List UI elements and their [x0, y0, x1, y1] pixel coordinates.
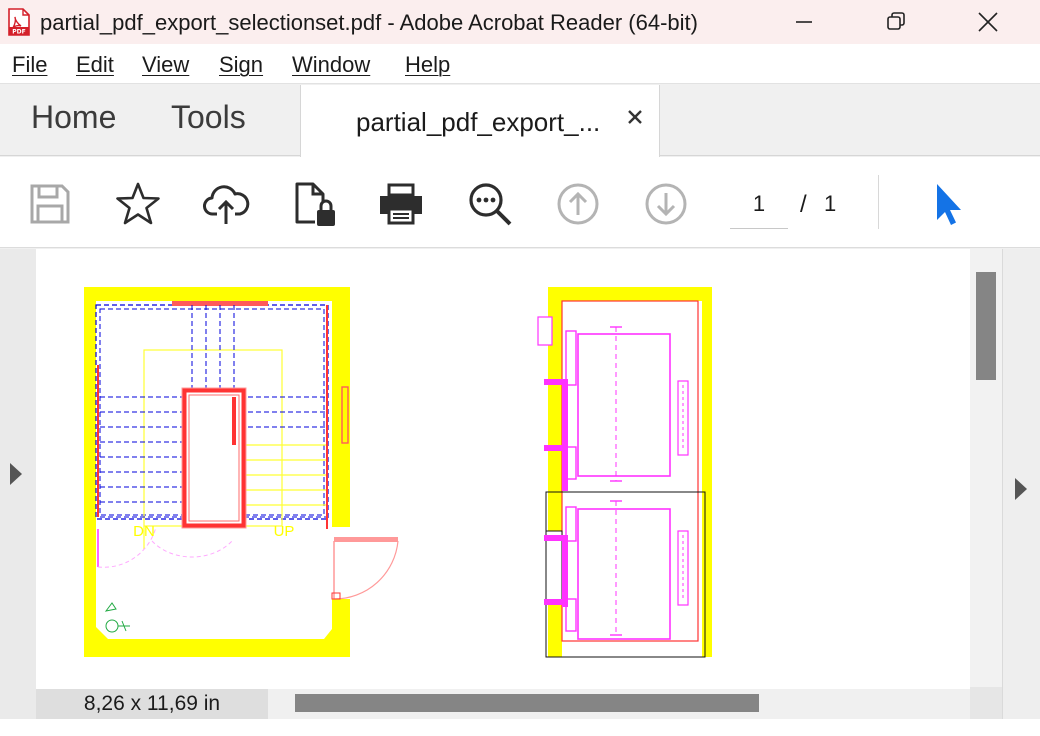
pdf-file-icon: PDF	[6, 8, 32, 36]
elevator-shaft	[537, 287, 712, 658]
page-size-label: 8,26 x 11,69 in	[36, 689, 268, 719]
horizontal-scroll-thumb[interactable]	[295, 694, 759, 712]
file-lock-icon	[295, 182, 335, 226]
arrow-up-circle-icon	[557, 183, 599, 225]
title-bar: PDF partial_pdf_export_selectionset.pdf …	[0, 0, 1040, 44]
toolbar-divider	[878, 175, 879, 229]
star-icon	[116, 182, 160, 225]
expand-right-panel-icon[interactable]	[1015, 478, 1027, 500]
stair-up-label: UP	[274, 523, 295, 540]
restore-icon	[887, 12, 905, 30]
printer-icon	[380, 183, 422, 225]
vertical-scroll-thumb[interactable]	[976, 272, 996, 380]
close-icon	[628, 110, 642, 124]
tab-document[interactable]: partial_pdf_export_...	[300, 85, 660, 157]
menu-help[interactable]: Help	[405, 52, 450, 78]
minimize-button[interactable]	[774, 0, 834, 44]
save-icon	[30, 184, 70, 224]
page-separator: /	[800, 191, 807, 218]
minimize-icon	[796, 21, 812, 23]
floor-plan-drawing: DN UP	[84, 287, 712, 658]
bottom-edge	[0, 719, 1040, 736]
close-tab-button[interactable]	[623, 105, 647, 129]
menu-edit[interactable]: Edit	[76, 52, 114, 78]
menu-bar: File Edit View Sign Window Help	[0, 44, 1040, 84]
svg-text:PDF: PDF	[12, 29, 25, 36]
window-title: partial_pdf_export_selectionset.pdf - Ad…	[40, 10, 698, 35]
upload-button[interactable]	[201, 179, 251, 229]
print-button[interactable]	[376, 179, 426, 229]
next-page-button[interactable]	[641, 179, 691, 229]
menu-sign[interactable]: Sign	[219, 52, 263, 78]
arrow-down-circle-icon	[645, 183, 687, 225]
zoom-search-icon	[469, 183, 512, 226]
tab-tools[interactable]: Tools	[171, 99, 246, 136]
find-button[interactable]	[465, 179, 515, 229]
tab-bar: Home Tools partial_pdf_export_...	[0, 85, 1040, 157]
bookmark-button[interactable]	[113, 179, 163, 229]
restore-button[interactable]	[866, 0, 926, 44]
expand-left-panel-icon[interactable]	[10, 463, 22, 485]
close-icon	[978, 12, 998, 32]
pointer-cursor-icon	[937, 184, 961, 225]
tab-document-label: partial_pdf_export_...	[356, 107, 601, 137]
pdf-page: DN UP	[36, 249, 970, 689]
close-window-button[interactable]	[958, 0, 1018, 44]
save-button[interactable]	[25, 179, 75, 229]
protect-file-button[interactable]	[289, 179, 339, 229]
selection-tool-button[interactable]	[920, 179, 970, 229]
page-number-input[interactable]: 1	[730, 183, 788, 229]
tab-home[interactable]: Home	[31, 99, 116, 136]
cloud-upload-icon	[203, 185, 250, 224]
previous-page-button[interactable]	[553, 179, 603, 229]
menu-window[interactable]: Window	[292, 52, 370, 78]
page-total: 1	[824, 191, 837, 216]
menu-file[interactable]: File	[12, 52, 47, 78]
menu-view[interactable]: View	[142, 52, 189, 78]
stair-core: DN UP	[84, 287, 399, 657]
stair-down-label: DN	[133, 523, 155, 540]
toolbar: 1 / 1	[0, 157, 1040, 248]
